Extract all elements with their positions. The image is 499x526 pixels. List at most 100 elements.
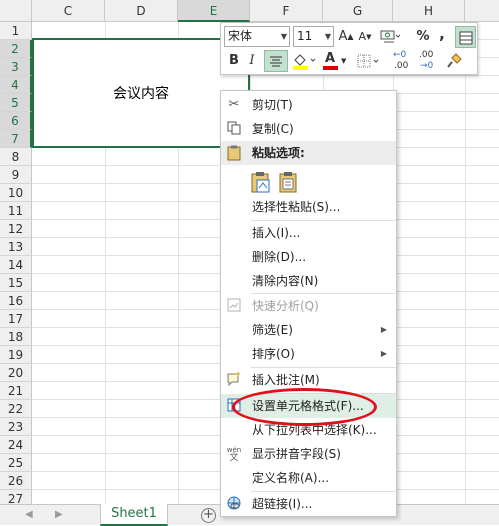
format-painter-icon [447,52,462,68]
menu-label-paste-special: 选择性粘贴(S)... [252,200,341,214]
menu-label-paste-options: 粘贴选项: [252,146,305,160]
font-size-box[interactable]: 11 ▼ [293,26,334,47]
paste-icon [251,172,270,193]
submenu-arrow-icon: ▶ [380,349,387,358]
link-icon [226,496,242,512]
row-header-18[interactable]: 18 [0,328,32,346]
column-header-e[interactable]: E [178,0,250,22]
fill-color-button[interactable] [290,50,318,72]
row-header-10[interactable]: 10 [0,184,32,202]
column-header-g[interactable]: G [323,0,393,22]
chevron-down-icon: ▼ [324,32,331,41]
chevron-down-icon: ▼ [280,32,287,41]
menu-label-phonetic: 显示拼音字段(S) [252,447,341,461]
select-all-corner[interactable] [0,0,32,22]
menu-item-insert[interactable]: 插入(I)... [221,221,396,245]
row-header-19[interactable]: 19 [0,346,32,364]
menu-label-insert: 插入(I)... [252,226,301,240]
row-header-17[interactable]: 17 [0,310,32,328]
column-header-d[interactable]: D [105,0,178,22]
row-header-2[interactable]: 2 [0,40,32,58]
menu-item-filter[interactable]: 筛选(E) ▶ [221,318,396,342]
row-header-6[interactable]: 6 [0,112,32,130]
menu-label-clear-contents: 清除内容(N) [252,274,319,288]
new-comment-icon [226,372,242,388]
grid-line [465,22,466,504]
row-header-5[interactable]: 5 [0,94,32,112]
column-header-h[interactable]: H [393,0,465,22]
font-size-value: 11 [297,29,313,43]
decrease-decimal-button[interactable]: .00 →0 [415,50,439,72]
row-header-4[interactable]: 4 [0,76,32,94]
menu-label-copy: 复制(C) [252,122,294,136]
row-header-16[interactable]: 16 [0,292,32,310]
row-header-11[interactable]: 11 [0,202,32,220]
menu-item-clear-contents[interactable]: 清除内容(N) [221,269,396,293]
menu-item-cut[interactable]: ✂ 剪切(T) [221,93,396,117]
column-header-partial[interactable] [465,0,499,22]
row-header-27[interactable]: 27 [0,490,32,504]
row-header-9[interactable]: 9 [0,166,32,184]
increase-decimal-button[interactable]: ←0 .00 [389,50,413,72]
paint-bucket-icon [293,53,316,70]
row-header-20[interactable]: 20 [0,364,32,382]
comma-style-button[interactable]: , [435,23,449,45]
menu-item-copy[interactable]: 复制(C) [221,117,396,141]
row-header-7[interactable]: 7 [0,130,32,148]
row-header-12[interactable]: 12 [0,220,32,238]
menu-item-delete[interactable]: 删除(D)... [221,245,396,269]
borders-button[interactable] [355,50,383,72]
row-header-3[interactable]: 3 [0,58,32,76]
menu-item-define-name[interactable]: 定义名称(A)... [221,466,396,490]
annotation-circle [232,388,377,426]
menu-item-hyperlink[interactable]: 超链接(I)... [221,492,396,516]
menu-item-phonetic[interactable]: wén 文 显示拼音字段(S) [221,442,396,466]
column-header-f[interactable]: F [250,0,323,22]
paste-option-values[interactable] [279,170,299,194]
font-color-button[interactable]: A ▼ [321,50,349,72]
format-painter-button[interactable] [443,50,467,72]
paste-option-paste[interactable] [251,170,271,194]
merged-cell-c2-e7[interactable]: 会议内容 [32,38,250,148]
column-header-c[interactable]: C [32,0,105,22]
bold-button[interactable]: B [225,50,243,72]
italic-button[interactable]: I [244,50,260,72]
format-table-button[interactable] [455,26,476,48]
scissors-icon: ✂ [228,97,240,112]
row-header-22[interactable]: 22 [0,400,32,418]
row-header-24[interactable]: 24 [0,436,32,454]
menu-label-delete: 删除(D)... [252,250,307,264]
scroll-right-icon[interactable]: ▶ [55,509,63,520]
center-align-button[interactable] [264,50,288,72]
align-center-icon [270,56,282,66]
menu-item-quick-analysis[interactable]: 快速分析(Q) [221,294,396,318]
add-sheet-icon[interactable]: + [201,508,216,523]
menu-item-sort[interactable]: 排序(O) ▶ [221,342,396,366]
clipboard-icon [226,145,242,161]
sheet-tab-sheet1[interactable]: Sheet1 [100,504,168,526]
context-menu: ✂ 剪切(T) 复制(C) 粘贴选项: 选择性粘贴(S)... 插入(I)...… [220,90,397,517]
shrink-font-icon: ▼ [366,33,372,41]
row-header-15[interactable]: 15 [0,274,32,292]
scroll-left-icon[interactable]: ◀ [25,509,33,520]
copy-icon [226,121,242,137]
row-header-8[interactable]: 8 [0,148,32,166]
row-header-21[interactable]: 21 [0,382,32,400]
row-header-23[interactable]: 23 [0,418,32,436]
menu-label-sort: 排序(O) [252,347,295,361]
shrink-font-button[interactable]: A▼ [356,26,374,48]
menu-item-paste-special[interactable]: 选择性粘贴(S)... [221,195,396,219]
font-name-box[interactable]: 宋体 ▼ [224,26,290,47]
menu-label-hyperlink: 超链接(I)... [252,497,313,511]
row-header-25[interactable]: 25 [0,454,32,472]
accounting-format-icon [380,30,401,42]
row-header-14[interactable]: 14 [0,256,32,274]
phonetic-icon-char: 文 [229,453,239,463]
font-name-value: 宋体 [228,29,253,43]
row-header-13[interactable]: 13 [0,238,32,256]
row-header-26[interactable]: 26 [0,472,32,490]
grow-font-button[interactable]: A▲ [337,26,355,48]
font-color-swatch [323,66,338,70]
menu-label-quick-analysis: 快速分析(Q) [252,299,319,313]
row-header-1[interactable]: 1 [0,22,32,40]
